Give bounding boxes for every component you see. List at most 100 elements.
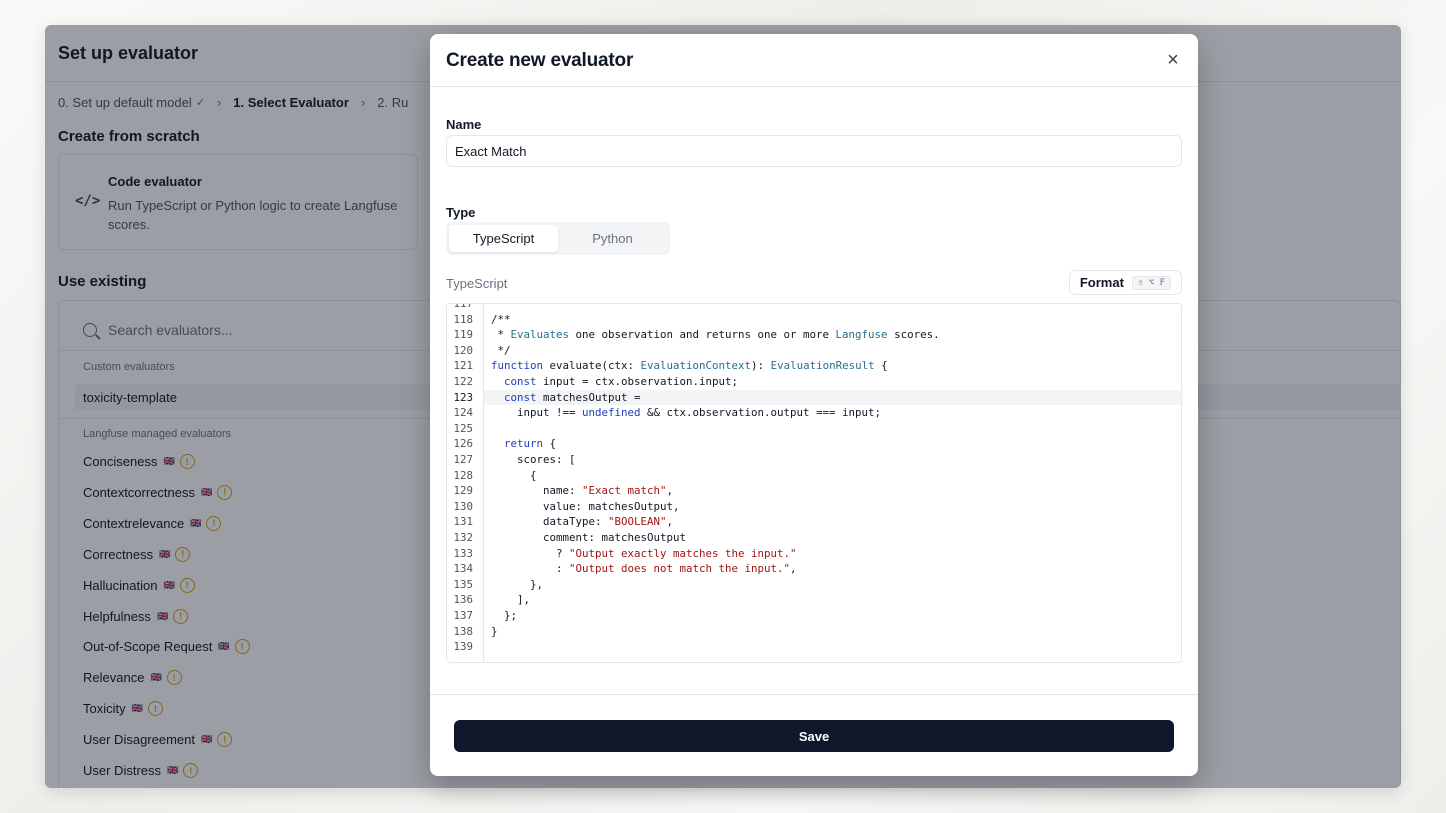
save-button[interactable]: Save (454, 720, 1174, 752)
code-token: evaluate(ctx: (543, 359, 641, 373)
line-number: 123 (453, 390, 473, 404)
line-number: 132 (453, 531, 473, 544)
code-token: }; (491, 609, 518, 622)
code-token: name: (491, 484, 583, 498)
line-number: 128 (453, 468, 473, 482)
code-token: dataType: (491, 515, 609, 529)
code-token: { (491, 468, 537, 482)
code-token: { (874, 359, 888, 373)
line-number: 119 (453, 328, 473, 342)
line-number: 131 (453, 515, 473, 529)
editor-language-label: TypeScript (446, 276, 508, 291)
create-evaluator-dialog: Create new evaluator × Name Type TypeScr… (430, 34, 1198, 776)
code-token: EvaluationContext (640, 359, 752, 373)
code-token: input = ctx.observation.input; (536, 375, 739, 388)
code-line: dataType: "BOOLEAN", (491, 515, 673, 528)
code-token: const (504, 390, 537, 404)
code-token: scores: [ (491, 453, 576, 466)
code-token: value: matchesOutput, (491, 499, 680, 513)
name-field[interactable] (446, 135, 1182, 167)
code-line: /** (491, 313, 511, 326)
code-token: , (666, 484, 674, 498)
dialog-title: Create new evaluator (446, 50, 634, 71)
code-token: }, (491, 577, 544, 591)
code-line: scores: [ (491, 453, 576, 466)
code-line: const input = ctx.observation.input; (491, 375, 738, 388)
line-number: 121 (453, 359, 473, 373)
code-token: * (491, 328, 511, 342)
code-token: } (491, 624, 498, 638)
code-token: Evaluates (510, 328, 570, 342)
code-token: ): (751, 359, 771, 373)
line-number: 127 (453, 453, 473, 466)
code-editor[interactable]: 117 118 119 120 121 122 123 124 125 126 127 128 129 1… (446, 303, 1182, 663)
code-token: "Exact match" (582, 484, 667, 498)
line-number: 135 (453, 577, 473, 591)
line-number: 125 (453, 421, 473, 435)
code-token: scores. (887, 328, 940, 342)
line-number-gutter: 117 118 119 120 121 122 123 124 125 126 127 128 129 1… (447, 304, 484, 662)
code-line: comment: matchesOutput (491, 531, 686, 544)
code-token: */ (491, 343, 511, 357)
code-token: undefined (582, 406, 641, 420)
line-number: 130 (453, 499, 473, 513)
code-token: /** (491, 312, 511, 326)
code-token: "BOOLEAN" (608, 515, 667, 529)
code-line: name: "Exact match", (491, 484, 673, 497)
code-token: "Output does not match the input." (569, 562, 791, 576)
line-number: 133 (453, 546, 473, 560)
code-token: , (666, 515, 674, 529)
line-number: 136 (453, 593, 473, 607)
code-token: Langfuse (835, 328, 888, 342)
code-line: } (491, 625, 498, 638)
code-token: && ctx.observation.output === input; (640, 406, 882, 420)
code-token: const (504, 375, 537, 388)
format-button-label: Format (1079, 275, 1124, 290)
type-label: Type (446, 205, 476, 220)
code-token: , (790, 562, 797, 576)
divider (430, 694, 1198, 695)
close-icon[interactable]: × (1164, 50, 1182, 70)
code-token: { (543, 437, 557, 451)
line-number: 134 (453, 562, 473, 576)
code-line: function evaluate(ctx: EvaluationContext… (491, 359, 888, 372)
line-number: 124 (453, 406, 473, 420)
type-option-typescript[interactable]: TypeScript (449, 225, 558, 252)
code-line: value: matchesOutput, (491, 500, 680, 513)
code-token: comment: matchesOutput (491, 531, 687, 544)
code-token: ], (491, 593, 531, 607)
line-number: 139 (453, 640, 473, 654)
format-button[interactable]: Format ⇧ ⌥ F (1068, 270, 1182, 295)
code-line: : "Output does not match the input.", (491, 562, 797, 575)
code-token: function (491, 359, 544, 373)
name-label: Name (446, 117, 482, 132)
code-token: : (491, 562, 570, 576)
code-token: "Output exactly matches the input." (569, 546, 797, 560)
code-line: const matchesOutput = (491, 391, 641, 404)
code-token: EvaluationResult (770, 359, 875, 373)
code-line: { (491, 469, 537, 482)
code-line: input !== undefined && ctx.observation.o… (491, 406, 881, 419)
code-line: */ (491, 344, 511, 357)
code-token: input !== (491, 406, 583, 420)
type-toggle: TypeScript Python (446, 222, 670, 255)
type-option-python[interactable]: Python (558, 225, 667, 252)
code-line: }, (491, 578, 543, 591)
line-number: 126 (453, 437, 473, 451)
code-token: one observation and returns one or more (569, 328, 836, 342)
keyboard-shortcut: ⇧ ⌥ F (1131, 275, 1171, 290)
line-number: 118 (453, 312, 473, 326)
line-number: 129 (453, 484, 473, 498)
code-line: ], (491, 593, 530, 606)
code-token: matchesOutput = (536, 390, 641, 404)
code-content[interactable]: /** * Evaluates one observation and retu… (484, 304, 1181, 662)
line-number: 138 (453, 624, 473, 638)
code-line: * Evaluates one observation and returns … (491, 328, 940, 341)
code-token: return (504, 437, 544, 451)
line-number: 117 (453, 303, 473, 310)
code-line: }; (491, 609, 517, 622)
code-line: ? "Output exactly matches the input." (491, 547, 797, 560)
